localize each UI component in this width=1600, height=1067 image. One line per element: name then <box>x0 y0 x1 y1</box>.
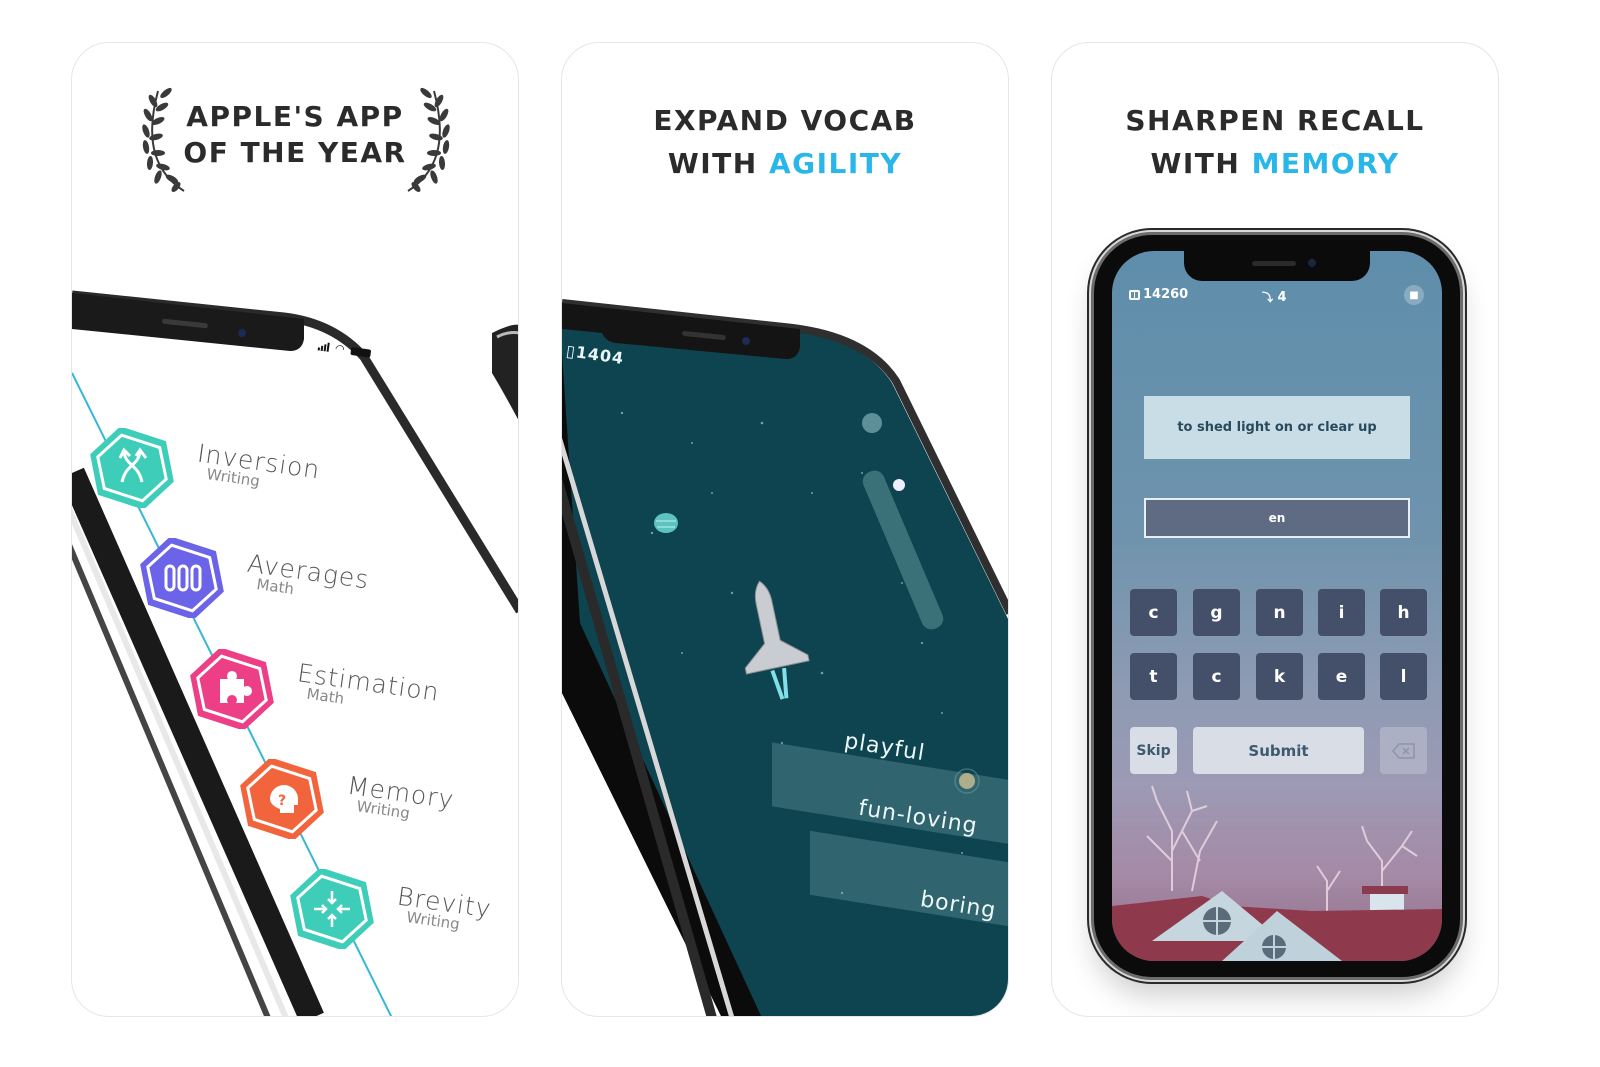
coin-counter: 14260 <box>1129 287 1188 302</box>
inversion-arrows-icon <box>86 426 178 510</box>
skill-item-memory[interactable]: ? Memory Writing <box>236 757 456 841</box>
headline-prefix: WITH <box>667 147 769 180</box>
bird-icon: ⤵ <box>1262 291 1273 304</box>
averages-bars-icon <box>136 536 228 620</box>
headline-accent: AGILITY <box>768 147 903 180</box>
skill-item-averages[interactable]: Averages Math <box>136 536 372 620</box>
rooftop-scene <box>1112 785 1442 961</box>
memory-game-screen: 14260 ⤵ 4 ■ to shed light on or clear up… <box>1112 251 1442 961</box>
skill-item-brevity[interactable]: Brevity Writing <box>286 867 493 951</box>
svg-text:?: ? <box>278 793 286 809</box>
letter-key[interactable]: e <box>1318 653 1365 700</box>
headline-line-2: WITH MEMORY <box>1052 142 1498 185</box>
headline-line-2: OF THE YEAR <box>183 136 407 169</box>
answer-input[interactable]: en <box>1144 498 1410 538</box>
headline-accent: MEMORY <box>1251 147 1400 180</box>
coin-icon <box>1129 289 1140 300</box>
letter-key[interactable]: t <box>1130 653 1177 700</box>
lock-button[interactable]: ■ <box>1404 285 1424 305</box>
skill-item-estimation[interactable]: Estimation Math <box>186 647 442 731</box>
coin-count: 14260 <box>1143 287 1189 302</box>
headline-line-1: SHARPEN RECALL <box>1125 104 1425 137</box>
camera-icon <box>1308 259 1316 267</box>
speaker <box>1252 261 1296 266</box>
letter-key[interactable]: g <box>1193 589 1240 636</box>
backspace-icon <box>1391 742 1415 759</box>
skill-text: Averages Math <box>244 548 372 608</box>
headline: APPLE'S APP OF THE YEAR <box>172 99 418 171</box>
converge-arrows-icon <box>286 867 378 951</box>
bird-counter: ⤵ 4 <box>1262 289 1287 305</box>
letter-key[interactable]: l <box>1380 653 1427 700</box>
letter-key[interactable]: i <box>1318 589 1365 636</box>
phone-notch <box>1184 251 1370 281</box>
headline-line-1: EXPAND VOCAB <box>653 104 917 137</box>
letter-key[interactable]: c <box>1193 653 1240 700</box>
laurel-right-icon <box>407 87 450 192</box>
headline: EXPAND VOCAB WITH AGILITY <box>562 99 1008 185</box>
skill-text: Inversion Writing <box>194 438 323 498</box>
planet-icon <box>654 513 678 533</box>
head-question-icon: ? <box>236 757 328 841</box>
definition-card: to shed light on or clear up <box>1144 396 1410 459</box>
headline-line-1: APPLE'S APP <box>186 100 404 133</box>
phone-frame: 14260 ⤵ 4 ■ to shed light on or clear up… <box>1094 235 1460 977</box>
screenshot-card-app-of-the-year: APPLE'S APP OF THE YEAR ◠ Inversion Writ… <box>71 42 519 1017</box>
screenshot-card-memory: SHARPEN RECALL WITH MEMORY 14260 ⤵ 4 ■ t… <box>1051 42 1499 1017</box>
skill-text: Estimation Math <box>294 658 442 721</box>
skill-item-inversion[interactable]: Inversion Writing <box>86 426 323 510</box>
pause-icon <box>862 413 882 433</box>
headline-prefix: WITH <box>1150 147 1252 180</box>
lock-icon: ■ <box>1409 289 1419 301</box>
letter-key[interactable]: h <box>1380 589 1427 636</box>
bird-count: 4 <box>1277 290 1287 305</box>
screenshot-card-agility: EXPAND VOCAB WITH AGILITY ▯1404 playful … <box>561 42 1009 1017</box>
puzzle-piece-icon <box>186 647 278 731</box>
letter-key[interactable]: n <box>1256 589 1303 636</box>
skill-text: Memory Writing <box>344 770 456 828</box>
headline: SHARPEN RECALL WITH MEMORY <box>1052 99 1498 185</box>
letter-key[interactable]: c <box>1130 589 1177 636</box>
skill-text: Brevity Writing <box>393 881 493 937</box>
letter-key[interactable]: k <box>1256 653 1303 700</box>
headline-line-2: WITH AGILITY <box>562 142 1008 185</box>
